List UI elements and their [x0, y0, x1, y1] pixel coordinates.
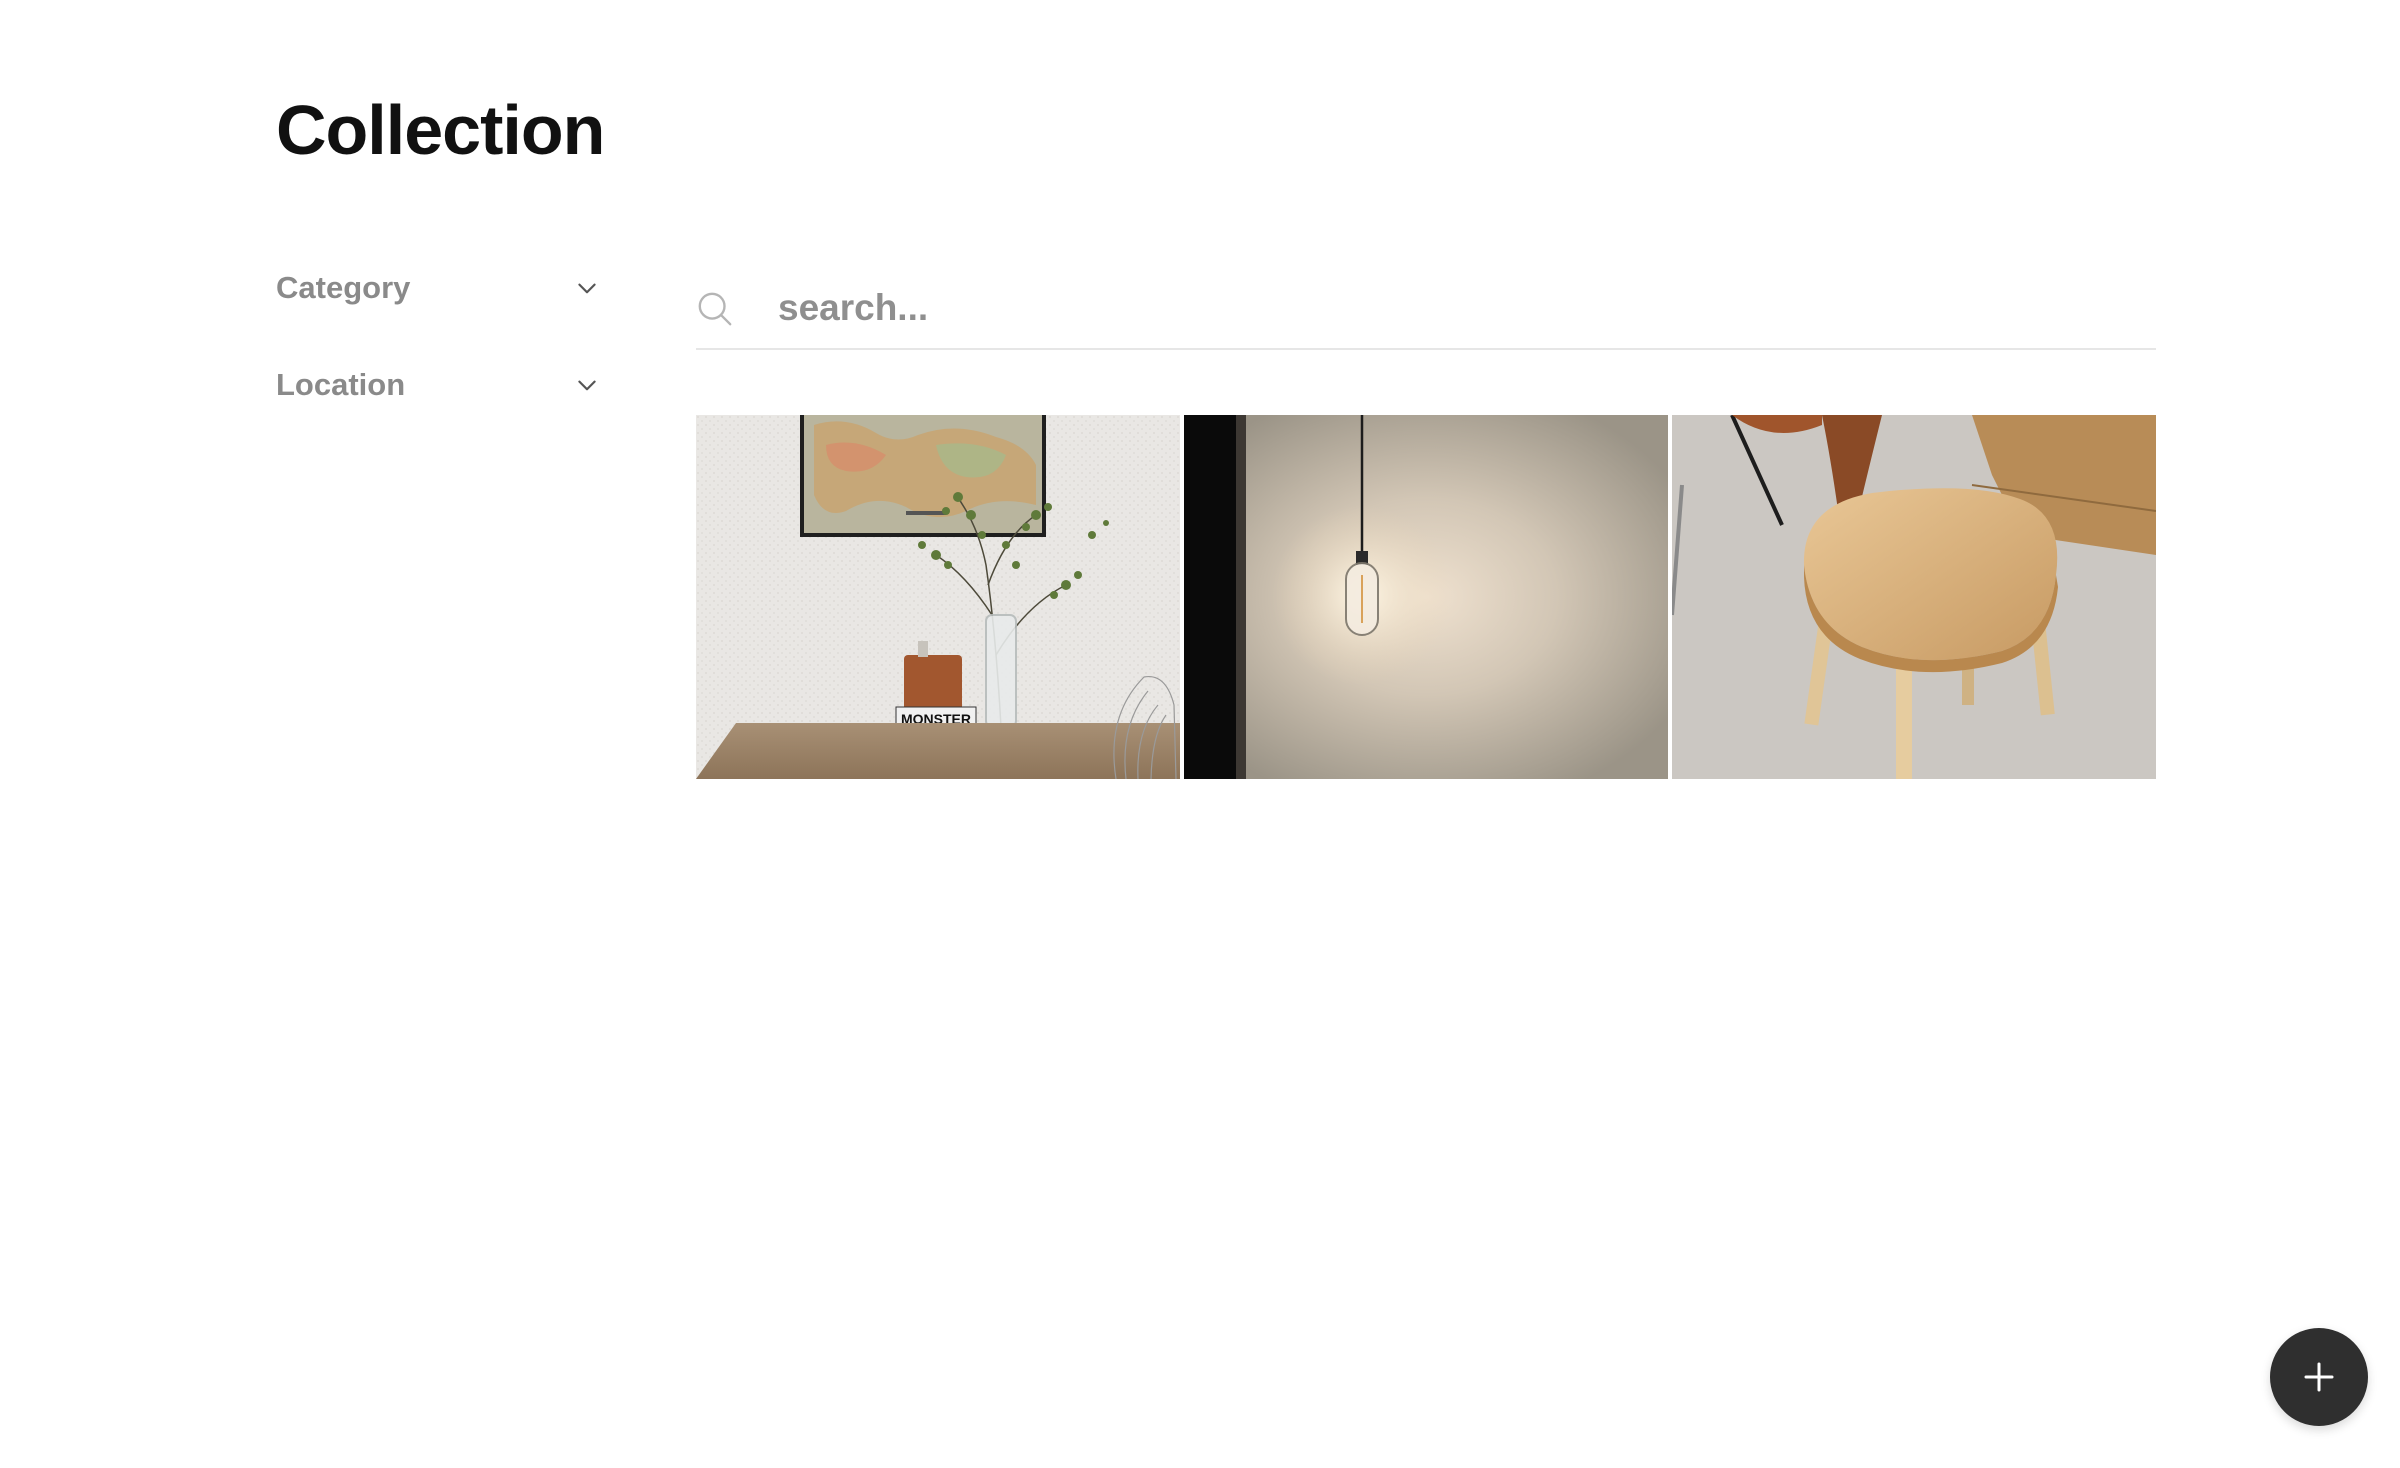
location-filter[interactable]: Location — [276, 359, 600, 419]
chevron-down-icon[interactable] — [574, 276, 600, 302]
photo-card-lamp[interactable] — [1184, 415, 1668, 779]
photo-grid: MONSTER — [696, 415, 2156, 779]
table-vase-photo: MONSTER — [696, 415, 1180, 779]
wooden-chair-photo — [1672, 415, 2156, 779]
plus-icon — [2304, 1362, 2334, 1392]
search-bar — [696, 268, 2156, 350]
chevron-down-icon[interactable] — [574, 373, 600, 399]
location-filter-label: Location — [276, 367, 406, 402]
search-icon — [698, 292, 732, 326]
filter-sidebar: Category Location — [276, 262, 600, 456]
category-filter[interactable]: Category — [276, 262, 600, 322]
add-item-button[interactable] — [2270, 1328, 2368, 1426]
category-filter-label: Category — [276, 270, 411, 305]
pendant-lamp-photo — [1184, 415, 1668, 779]
page-title: Collection — [276, 91, 605, 169]
photo-card-table[interactable]: MONSTER — [696, 415, 1180, 779]
search-input[interactable] — [776, 278, 2146, 338]
photo-card-chair[interactable] — [1672, 415, 2156, 779]
